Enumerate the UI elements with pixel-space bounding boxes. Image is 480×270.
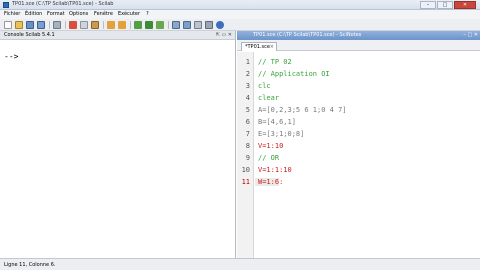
line-number: 9 [245,154,250,162]
minimize-button[interactable]: – [420,1,436,9]
status-bar: Ligne 11, Colonne 6. [0,258,480,270]
editor-title: TP01.sce (C:\TP Scilab\TP01.sce) - SciNo… [253,32,362,38]
maximize-button[interactable]: □ [437,1,453,9]
help-icon[interactable] [216,21,224,29]
xcos-icon[interactable] [183,21,191,29]
close-tab-icon[interactable]: × [270,43,274,51]
window-title: TP01.sce (C:\TP Scilab\TP01.sce) - Scila… [12,1,114,7]
save-icon[interactable] [26,21,34,29]
menu-fichier[interactable]: Fichier [4,11,20,17]
code-line[interactable]: // TP 02 [258,58,292,66]
editor-tab-strip: *TP01.sce × [237,40,480,51]
line-number: 11 [241,178,250,186]
print-icon[interactable] [53,21,61,29]
toolbar-separator [168,21,169,29]
title-bar: TP01.sce (C:\TP Scilab\TP01.sce) - Scila… [0,0,480,10]
line-number: 8 [245,142,250,150]
toolbar-separator [65,21,66,29]
open-folder-icon[interactable] [15,21,23,29]
console-title: Console Scilab 5.4.1 [4,32,55,38]
line-number: 2 [245,70,250,78]
execute-save-icon[interactable] [145,21,153,29]
line-number: 5 [245,106,250,114]
paste-icon[interactable] [91,21,99,29]
module-manager-icon[interactable] [172,21,180,29]
execute-icon[interactable] [134,21,142,29]
toolbar-separator [49,21,50,29]
console-panel-buttons[interactable]: ⇱ ▭ ✕ [216,32,232,38]
code-line[interactable]: clc [258,82,271,90]
toolbar [0,19,480,31]
tab-label: *TP01.sce [245,44,270,50]
copy-icon[interactable] [80,21,88,29]
console-prompt[interactable]: --> [4,52,18,61]
cursor-position-status: Ligne 11, Colonne 6. [4,262,56,268]
menu-fenetre[interactable]: Fenêtre [94,11,113,17]
code-line[interactable]: clear [258,94,279,102]
line-number: 6 [245,118,250,126]
tab-tp01-sce[interactable]: *TP01.sce × [241,42,277,51]
console-header: Console Scilab 5.4.1 ⇱ ▭ ✕ [0,31,235,40]
save-as-icon[interactable] [37,21,45,29]
menu-edition[interactable]: Édition [25,11,42,17]
code-line[interactable]: E=[3;1;0;8] [258,130,304,138]
toolbar-separator [103,21,104,29]
menu-format[interactable]: Format [47,11,65,17]
code-line[interactable]: A=[0,2,3;5 6 1;0 4 7] [258,106,347,114]
code-line[interactable]: V=1:1:10 [258,166,292,174]
line-number: 3 [245,82,250,90]
scinotes-editor: TP01.sce (C:\TP Scilab\TP01.sce) - SciNo… [237,31,480,258]
menu-help[interactable]: ? [146,11,149,17]
close-button[interactable]: ✕ [454,1,476,9]
scilab-app-icon [3,2,9,8]
abort-icon[interactable] [205,21,213,29]
redo-icon[interactable] [118,21,126,29]
code-line[interactable]: W=1:6: [258,178,283,186]
new-file-icon[interactable] [4,21,12,29]
menu-bar: Fichier Édition Format Options Fenêtre E… [0,10,480,19]
toolbar-separator [130,21,131,29]
undo-icon[interactable] [107,21,115,29]
code-line[interactable]: // Application OI [258,70,330,78]
line-number-gutter: 1 2 3 4 5 6 7 8 9 10 11 [237,52,254,258]
code-line[interactable]: V=1:10 [258,142,283,150]
editor-title-bar: TP01.sce (C:\TP Scilab\TP01.sce) - SciNo… [237,31,480,40]
editor-window-buttons[interactable]: – □ ✕ [463,32,478,38]
line-number: 7 [245,130,250,138]
code-line[interactable]: B=[4,6,1] [258,118,296,126]
console-panel[interactable]: Console Scilab 5.4.1 ⇱ ▭ ✕ --> [0,31,236,258]
menu-options[interactable]: Options [69,11,88,17]
code-line[interactable]: // OR [258,154,279,162]
menu-executer[interactable]: Exécuter [118,11,140,17]
cut-icon[interactable] [69,21,77,29]
code-editor-area[interactable]: // TP 02 // Application OI clc clear A=[… [255,52,480,258]
variable-browser-icon[interactable] [156,21,164,29]
line-number: 1 [245,58,250,66]
line-number: 10 [241,166,250,174]
preferences-icon[interactable] [194,21,202,29]
line-number: 4 [245,94,250,102]
